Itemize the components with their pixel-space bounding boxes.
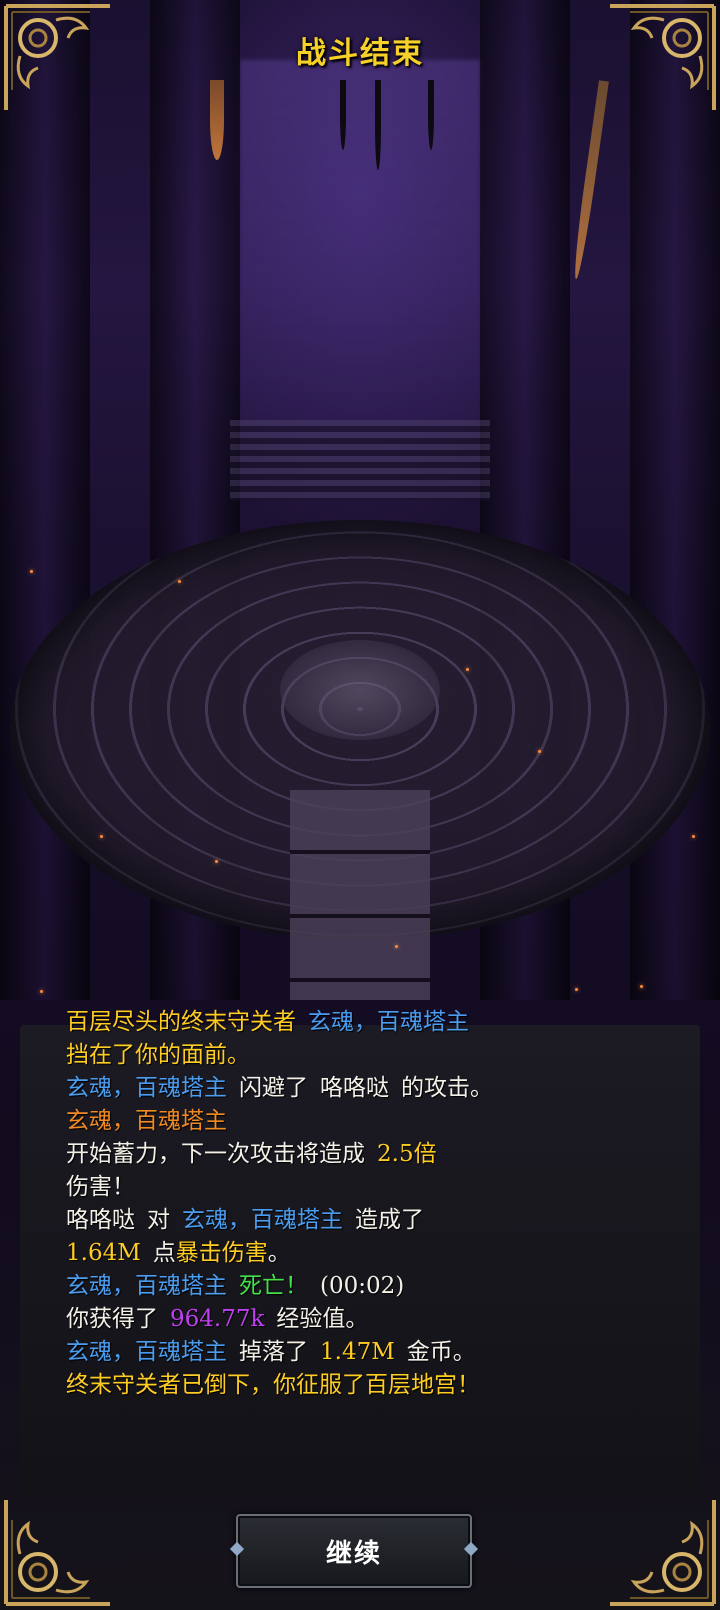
log-text: 对 — [147, 1207, 170, 1233]
log-text-damage: 1.64M — [66, 1240, 141, 1266]
log-text: 。 — [267, 1240, 291, 1266]
ember-spark — [30, 570, 33, 573]
stalactite-icon — [428, 80, 434, 150]
log-text-victory: 终末守关者已倒下，你征服了百层地宫！ — [66, 1372, 480, 1398]
stalactite-icon — [375, 80, 381, 170]
log-text-timer: (00:02) — [320, 1273, 405, 1299]
battle-scene: 战斗结束 百层尽头的终末守关者 玄魂，百魂塔主 挡在了你的面前。 玄魂，百魂塔主闪… — [0, 0, 720, 1610]
log-text-boss-name: 玄魂，百魂塔主 — [66, 1075, 227, 1101]
log-line: 终末守关者已倒下，你征服了百层地宫！ — [66, 1370, 480, 1400]
log-text: 挡在了你的面前。 — [66, 1042, 250, 1068]
log-text-exp: 964.77k — [170, 1306, 265, 1332]
diamond-icon — [229, 1541, 245, 1557]
log-line: 玄魂，百魂塔主 死亡！ (00:02) — [66, 1271, 404, 1301]
log-text-boss-name: 玄魂，百魂塔主 — [66, 1273, 227, 1299]
stalactite-icon — [340, 80, 346, 150]
ember-spark — [40, 990, 43, 993]
log-text-boss-name: 玄魂，百魂塔主 — [66, 1108, 227, 1134]
log-text: 金币。 — [406, 1339, 476, 1365]
log-text: 伤害！ — [66, 1174, 135, 1200]
ember-spark — [692, 835, 695, 838]
stalactite-icon — [210, 80, 224, 160]
log-text-crit: 暴击伤害 — [175, 1240, 268, 1266]
log-text: 开始蓄力，下一次攻击将造成 — [66, 1141, 365, 1167]
log-text-multiplier: 2.5倍 — [377, 1141, 437, 1167]
corner-ornament-icon — [0, 1490, 120, 1610]
log-line: 咯咯哒对玄魂，百魂塔主 造成了 — [66, 1205, 424, 1235]
ember-spark — [640, 985, 643, 988]
log-line: 玄魂，百魂塔主 掉落了 1.47M 金币。 — [66, 1337, 476, 1367]
log-line: 伤害！ — [66, 1172, 135, 1202]
ember-spark — [575, 988, 578, 991]
arena-path — [290, 790, 430, 1000]
arena-floor-center — [280, 640, 440, 740]
log-text: 经验值。 — [276, 1306, 369, 1332]
log-text: 点 — [152, 1240, 176, 1266]
page-title: 战斗结束 — [296, 36, 424, 71]
diamond-icon — [463, 1541, 479, 1557]
log-line: 挡在了你的面前。 — [66, 1040, 250, 1070]
log-line: 玄魂，百魂塔主 — [66, 1106, 227, 1136]
ember-spark — [215, 860, 218, 863]
ember-spark — [538, 750, 541, 753]
log-line: 玄魂，百魂塔主 闪避了 咯咯哒 的攻击。 — [66, 1073, 493, 1103]
log-text: 造成了 — [355, 1207, 424, 1233]
log-text-player-name: 咯咯哒 — [320, 1075, 389, 1101]
log-text-boss-name: 玄魂，百魂塔主 — [66, 1339, 227, 1365]
corner-ornament-icon — [600, 1490, 720, 1610]
continue-button-label: 继续 — [325, 1538, 382, 1569]
log-text: 百层尽头的终末守关者 — [66, 1009, 296, 1035]
log-line: 1.64M 点暴击伤害。 — [66, 1238, 291, 1268]
log-text-death: 死亡！ — [239, 1273, 308, 1299]
log-text: 的攻击。 — [401, 1075, 493, 1101]
background-wall — [240, 60, 480, 440]
log-text-boss-name: 玄魂，百魂塔主 — [182, 1207, 343, 1233]
ember-spark — [100, 835, 103, 838]
ember-spark — [395, 945, 398, 948]
continue-button[interactable]: 继续 — [229, 1514, 479, 1588]
background-stairs — [230, 420, 490, 500]
ember-spark — [178, 580, 181, 583]
log-line: 开始蓄力，下一次攻击将造成 2.5倍 — [66, 1139, 437, 1169]
log-text-gold: 1.47M — [320, 1339, 395, 1365]
ember-spark — [466, 668, 469, 671]
log-text: 你获得了 — [66, 1306, 158, 1332]
log-text-boss-name: 玄魂，百魂塔主 — [308, 1009, 469, 1035]
log-line: 你获得了 964.77k 经验值。 — [66, 1304, 368, 1334]
log-text: 闪避了 — [239, 1075, 308, 1101]
log-text: 掉落了 — [239, 1339, 308, 1365]
log-line: 百层尽头的终末守关者 玄魂，百魂塔主 — [66, 1007, 469, 1037]
log-text-player-name: 咯咯哒 — [66, 1207, 135, 1233]
